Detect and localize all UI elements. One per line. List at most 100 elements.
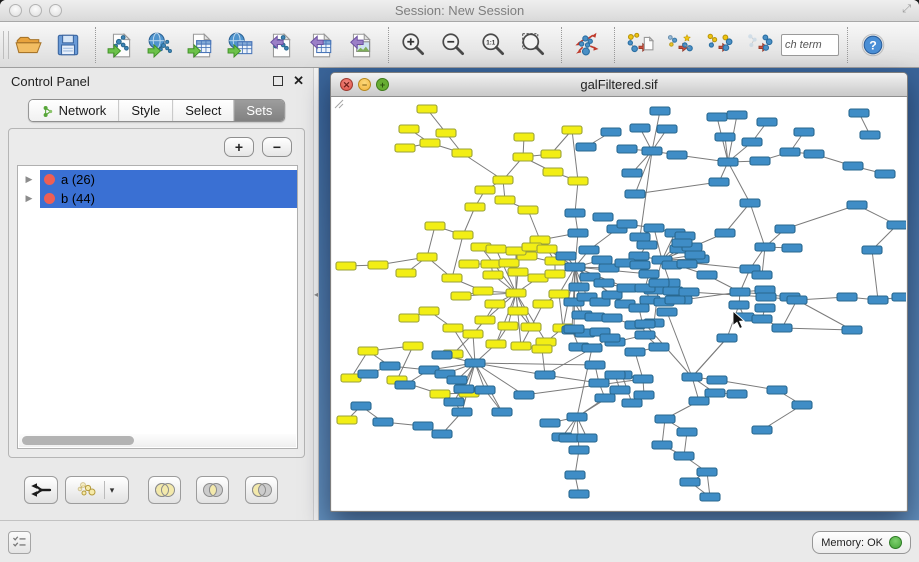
control-panel-tabs: Network Style Select Sets [28,99,286,122]
globe-table-in-icon [227,31,255,59]
close-panel-icon[interactable]: ✕ [293,73,304,89]
memory-status-label: Memory: OK [821,537,883,549]
toolbar-separator [614,27,615,63]
layout-icon [573,31,601,59]
main-toolbar: 1:1? [0,22,919,68]
sets-panel: + − ▶a (26)▶b (44) [8,128,305,458]
sets-footer-toolbar: ▾ [0,466,313,520]
task-history-button[interactable] [8,531,31,554]
doc-image-out-icon [347,31,375,59]
app-window: Session: New Session ⤢ 1:1? Control Pane… [0,0,919,562]
svg-text:1:1: 1:1 [486,39,496,46]
net-grow-icon [706,31,734,59]
window-title: Session: New Session [0,3,919,18]
network-graph[interactable] [332,97,906,510]
horizontal-scrollbar[interactable] [19,434,296,447]
collapse-panel-icon[interactable]: ◂ [314,290,318,299]
tab-label: Network [59,103,107,118]
svg-text:?: ? [869,38,877,52]
doc-net-out-icon [267,31,295,59]
export-table-button[interactable] [305,28,339,62]
doc-net-in-icon [107,31,135,59]
venn-diff-icon [249,477,275,503]
folder-icon [14,31,42,59]
zoom-11-icon: 1:1 [480,31,508,59]
set-color-icon [44,174,55,185]
control-panel: Control Panel ✕ Network Style Select Sets +… [0,68,313,520]
tab-label: Select [185,103,221,118]
net-doc-icon [626,31,654,59]
fullscreen-icon[interactable]: ⤢ [902,3,911,16]
expander-icon[interactable]: ▶ [18,174,40,185]
tab-network[interactable]: Network [29,100,119,121]
tab-sets[interactable]: Sets [233,100,284,121]
set-difference-button[interactable] [245,476,278,504]
net-stars-icon [666,31,694,59]
help-button[interactable]: ? [857,28,891,62]
set-intersection-button[interactable] [196,476,229,504]
fork-icon [28,477,54,503]
zoom-in-button[interactable] [398,28,432,62]
sets-list[interactable]: ▶a (26)▶b (44) [17,165,298,449]
import-network-url-button[interactable] [145,28,179,62]
tab-style[interactable]: Style [118,100,172,121]
toolbar-separator [95,27,96,63]
import-network-file-button[interactable] [105,28,139,62]
network-desktop: ✕ − + galFiltered.sif [319,68,919,520]
net-yellow-icon [75,477,101,503]
float-panel-icon[interactable] [273,76,283,86]
floppy-icon [54,31,82,59]
network-window-titlebar[interactable]: ✕ − + galFiltered.sif [331,73,907,97]
network-tab-icon [41,104,55,118]
apply-preferred-layout-button[interactable] [571,28,605,62]
zoom-selected-button[interactable] [518,28,552,62]
memory-ok-icon [889,536,902,549]
scrollbar-thumb[interactable] [22,436,134,445]
new-network-selected-only-button[interactable] [744,28,778,62]
set-list-item[interactable]: ▶ b (44) [18,189,297,208]
export-image-button[interactable] [345,28,379,62]
tab-label: Style [131,103,160,118]
tab-label: Sets [246,103,272,118]
memory-status-badge[interactable]: Memory: OK [812,531,911,554]
zoom-actual-size-button[interactable]: 1:1 [478,28,512,62]
dropdown-caret-icon[interactable]: ▾ [104,481,120,499]
toolbar-drag-handle[interactable] [3,31,9,59]
new-network-from-selection-button[interactable] [624,28,658,62]
tab-select[interactable]: Select [172,100,233,121]
resize-grip[interactable] [332,97,344,109]
venn-intersect-icon [200,477,226,503]
set-list-item[interactable]: ▶a (26) [18,170,297,189]
split-set-button[interactable] [24,476,58,504]
zoom-out-button[interactable] [438,28,472,62]
net-fade-icon [746,31,774,59]
set-label: b (44) [61,191,95,206]
open-session-button[interactable] [12,28,46,62]
status-bar: Memory: OK [0,520,919,562]
create-set-from-network-button[interactable]: ▾ [65,476,129,504]
remove-set-button[interactable]: − [262,137,292,157]
import-table-file-button[interactable] [185,28,219,62]
zoom-in-icon [400,31,428,59]
network-canvas[interactable] [332,97,906,510]
save-session-button[interactable] [52,28,86,62]
zoom-fit-icon [520,31,548,59]
grow-selection-button[interactable] [704,28,738,62]
network-view-window[interactable]: ✕ − + galFiltered.sif [330,72,908,512]
search-input[interactable] [781,34,839,56]
import-table-url-button[interactable] [225,28,259,62]
set-color-icon [44,193,55,204]
help-icon: ? [859,31,887,59]
doc-table-in-icon [187,31,215,59]
set-union-button[interactable] [148,476,181,504]
toolbar-separator [561,27,562,63]
titlebar: Session: New Session ⤢ [0,0,919,22]
export-network-button[interactable] [265,28,299,62]
control-panel-title: Control Panel [11,74,90,89]
venn-union-icon [152,477,178,503]
add-set-button[interactable]: + [224,137,254,157]
zoom-out-icon [440,31,468,59]
expander-icon[interactable]: ▶ [18,193,40,204]
select-first-neighbors-button[interactable] [664,28,698,62]
toolbar-separator [847,27,848,63]
